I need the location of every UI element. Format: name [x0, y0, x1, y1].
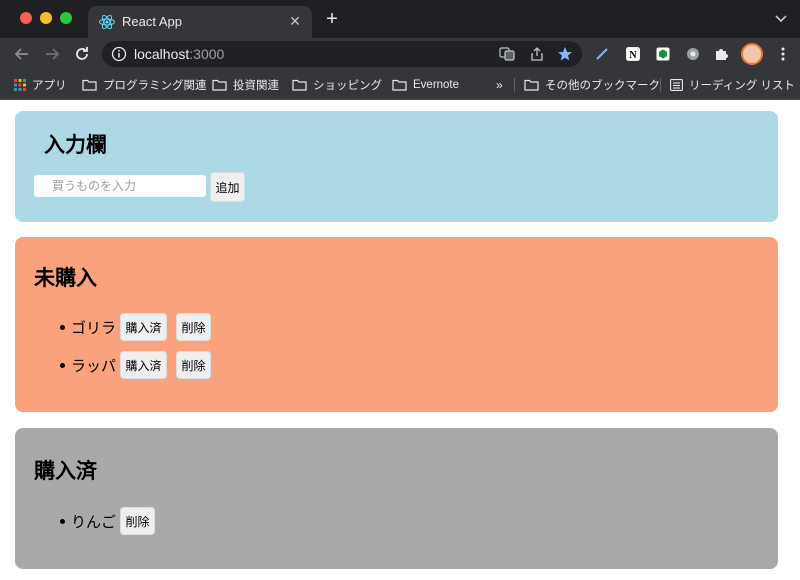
translate-icon[interactable] [499, 46, 515, 62]
list-bullet [60, 363, 65, 368]
url-text: localhost:3000 [134, 46, 225, 62]
folder-icon [524, 79, 539, 91]
bookmarks-overflow-button[interactable]: » [496, 77, 503, 93]
extensions-puzzle-icon[interactable] [713, 46, 729, 62]
input-area: 入力欄 追加 [15, 111, 778, 222]
delete-button[interactable]: 削除 [176, 313, 211, 341]
new-tab-icon[interactable]: + [322, 9, 342, 29]
more-menu-icon[interactable] [775, 46, 791, 62]
item-input[interactable] [34, 175, 206, 197]
list-bullet [60, 519, 65, 524]
bookmark-folder-programming[interactable]: プログラミング関連 [82, 77, 207, 93]
bookmarks-divider [514, 78, 515, 92]
list-bullet [60, 325, 65, 330]
bookmark-star-icon[interactable] [557, 46, 573, 62]
item-text: りんご [71, 514, 117, 531]
back-arrow-icon[interactable] [12, 44, 32, 64]
item-text: ゴリラ [71, 320, 117, 337]
browser-tab[interactable]: React App ✕ [88, 6, 312, 38]
bookmarks-divider [660, 78, 661, 92]
address-bar[interactable]: localhost:3000 [102, 41, 582, 67]
react-icon [99, 14, 115, 30]
apps-grid-icon [14, 79, 26, 91]
complete-area: 購入済 りんご 削除 [15, 428, 778, 569]
browser-tab-bar: React App ✕ + [0, 0, 800, 38]
forward-arrow-icon[interactable] [42, 44, 62, 64]
bookmarks-bar: アプリ プログラミング関連 投資関連 ショッピング Evernote » その他… [0, 70, 800, 100]
delete-button[interactable]: 削除 [176, 351, 211, 379]
folder-icon [392, 79, 407, 91]
bookmark-folder-shopping[interactable]: ショッピング [292, 77, 382, 93]
folder-icon [292, 79, 307, 91]
reading-list-button[interactable]: リーディング リスト [670, 77, 795, 93]
folder-icon [212, 79, 227, 91]
incomplete-area: 未購入 ゴリラ 購入済 削除 ラッパ 購入済 削除 [15, 237, 778, 412]
reading-list-icon [670, 79, 683, 91]
info-icon[interactable] [111, 46, 127, 62]
complete-area-title: 購入済 [34, 460, 97, 483]
add-button[interactable]: 追加 [210, 172, 245, 202]
share-icon[interactable] [529, 46, 545, 62]
bookmark-folder-investment[interactable]: 投資関連 [212, 77, 279, 93]
input-area-title: 入力欄 [44, 134, 107, 157]
maximize-window-button[interactable] [60, 12, 72, 24]
profile-avatar[interactable] [741, 43, 763, 65]
item-text: ラッパ [71, 358, 117, 375]
svg-text:N: N [629, 50, 637, 61]
tab-close-icon[interactable]: ✕ [286, 12, 304, 30]
incomplete-area-title: 未購入 [34, 267, 97, 290]
browser-toolbar: localhost:3000 N [0, 38, 800, 70]
mark-purchased-button[interactable]: 購入済 [120, 351, 167, 379]
bookmark-folder-other[interactable]: その他のブックマーク [524, 77, 660, 93]
tab-title: React App [122, 14, 182, 29]
circle-extension-icon[interactable] [685, 46, 701, 62]
tab-search-chevron-icon[interactable] [774, 12, 788, 26]
close-window-button[interactable] [20, 12, 32, 24]
mark-purchased-button[interactable]: 購入済 [120, 313, 167, 341]
minimize-window-button[interactable] [40, 12, 52, 24]
delete-button[interactable]: 削除 [120, 507, 155, 535]
pen-extension-icon[interactable] [594, 46, 610, 62]
bookmark-apps[interactable]: アプリ [14, 77, 67, 93]
notion-icon[interactable]: N [625, 46, 641, 62]
reload-icon[interactable] [72, 44, 92, 64]
bookmark-folder-evernote[interactable]: Evernote [392, 77, 459, 93]
folder-icon [82, 79, 97, 91]
cube-extension-icon[interactable] [655, 46, 671, 62]
